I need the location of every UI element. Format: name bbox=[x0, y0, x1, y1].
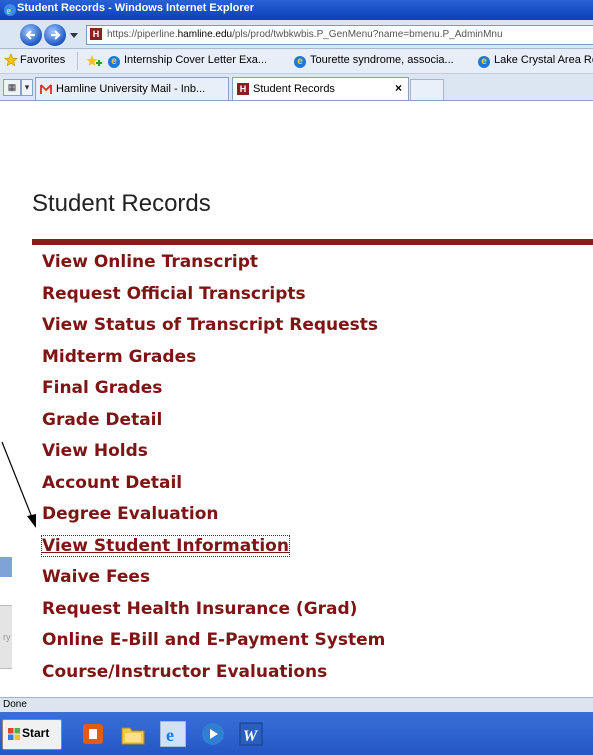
add-favorite-icon[interactable] bbox=[84, 54, 102, 68]
forward-button[interactable] bbox=[44, 24, 66, 46]
internet-explorer-icon: e bbox=[4, 4, 16, 17]
menu-link-course-instructor-evaluations[interactable]: Course/Instructor Evaluations bbox=[42, 662, 327, 682]
hamline-favicon-icon: H bbox=[237, 83, 249, 95]
svg-text:W: W bbox=[243, 728, 259, 745]
menu-link-waive-fees[interactable]: Waive Fees bbox=[42, 567, 150, 587]
menu-link-online-ebill[interactable]: Online E-Bill and E-Payment System bbox=[42, 630, 385, 650]
tab-list-dropdown-icon[interactable]: ▾ bbox=[21, 79, 33, 96]
menu-link-request-official-transcripts[interactable]: Request Official Transcripts bbox=[42, 284, 306, 304]
status-text: Done bbox=[3, 699, 27, 710]
quick-tabs-icon[interactable]: ▦ bbox=[3, 79, 21, 96]
internet-explorer-icon[interactable]: e bbox=[160, 721, 186, 747]
favorites-button[interactable]: Favorites bbox=[20, 54, 65, 66]
windows-taskbar: Start e W bbox=[0, 712, 593, 755]
background-window-panel: ry bbox=[0, 605, 12, 669]
menu-link-account-detail[interactable]: Account Detail bbox=[42, 473, 182, 493]
tab-student-records[interactable]: H Student Records × bbox=[232, 77, 409, 100]
windows-flag-icon bbox=[8, 728, 20, 740]
history-dropdown-icon[interactable] bbox=[70, 33, 78, 38]
tab-bar: ▦ ▾ Hamline University Mail - Inb... H S… bbox=[0, 74, 593, 101]
menu-link-grade-detail[interactable]: Grade Detail bbox=[42, 410, 162, 430]
word-icon[interactable]: W bbox=[238, 721, 264, 747]
favorite-link-2[interactable]: e Tourette syndrome, associa... bbox=[294, 54, 454, 68]
menu-link-degree-evaluation[interactable]: Degree Evaluation bbox=[42, 504, 218, 524]
media-player-icon[interactable] bbox=[200, 721, 226, 747]
title-divider bbox=[32, 239, 593, 245]
address-input[interactable]: H https://piperline.hamline.edu/pls/prod… bbox=[86, 25, 593, 45]
background-window-edge bbox=[0, 557, 12, 577]
back-button[interactable] bbox=[20, 24, 42, 46]
ie-page-icon: e bbox=[478, 56, 490, 68]
star-icon bbox=[4, 53, 18, 67]
new-tab-button[interactable] bbox=[410, 79, 444, 100]
favorites-bar: Favorites e Internship Cover Letter Exa..… bbox=[0, 49, 593, 74]
favorite-link-1[interactable]: e Internship Cover Letter Exa... bbox=[108, 54, 267, 68]
page-title: Student Records bbox=[32, 190, 211, 217]
ie-page-icon: e bbox=[294, 56, 306, 68]
student-records-menu: View Online Transcript Request Official … bbox=[41, 252, 385, 693]
office-icon[interactable] bbox=[80, 721, 106, 747]
arrow-left-icon bbox=[25, 30, 35, 40]
menu-link-view-online-transcript[interactable]: View Online Transcript bbox=[42, 252, 258, 272]
start-button[interactable]: Start bbox=[2, 719, 62, 750]
window-title-bar[interactable]: e Student Records - Windows Internet Exp… bbox=[0, 0, 593, 20]
svg-text:e: e bbox=[166, 725, 174, 745]
status-bar: Done bbox=[0, 697, 593, 712]
svg-text:e: e bbox=[7, 6, 12, 17]
favorite-link-3[interactable]: e Lake Crystal Area Rec bbox=[478, 54, 593, 68]
menu-link-view-student-information[interactable]: View Student Information bbox=[41, 534, 290, 557]
navigation-bar: H https://piperline.hamline.edu/pls/prod… bbox=[0, 20, 593, 49]
menu-link-view-status-transcript-requests[interactable]: View Status of Transcript Requests bbox=[42, 315, 378, 335]
gmail-icon bbox=[40, 84, 52, 94]
menu-link-request-health-insurance[interactable]: Request Health Insurance (Grad) bbox=[42, 599, 357, 619]
site-favicon: H bbox=[90, 28, 102, 40]
page-content: Student Records View Online Transcript R… bbox=[0, 101, 593, 697]
arrow-right-icon bbox=[51, 30, 61, 40]
menu-link-final-grades[interactable]: Final Grades bbox=[42, 378, 162, 398]
window-title: Student Records - Windows Internet Explo… bbox=[17, 2, 255, 14]
annotation-arrow-icon bbox=[1, 441, 36, 528]
folder-icon[interactable] bbox=[120, 721, 146, 747]
separator bbox=[77, 52, 78, 70]
tab-hamline-mail[interactable]: Hamline University Mail - Inb... bbox=[35, 77, 229, 100]
ie-page-icon: e bbox=[108, 56, 120, 68]
close-tab-icon[interactable]: × bbox=[395, 81, 402, 95]
address-url: https://piperline.hamline.edu/pls/prod/t… bbox=[107, 29, 503, 40]
menu-link-midterm-grades[interactable]: Midterm Grades bbox=[42, 347, 196, 367]
